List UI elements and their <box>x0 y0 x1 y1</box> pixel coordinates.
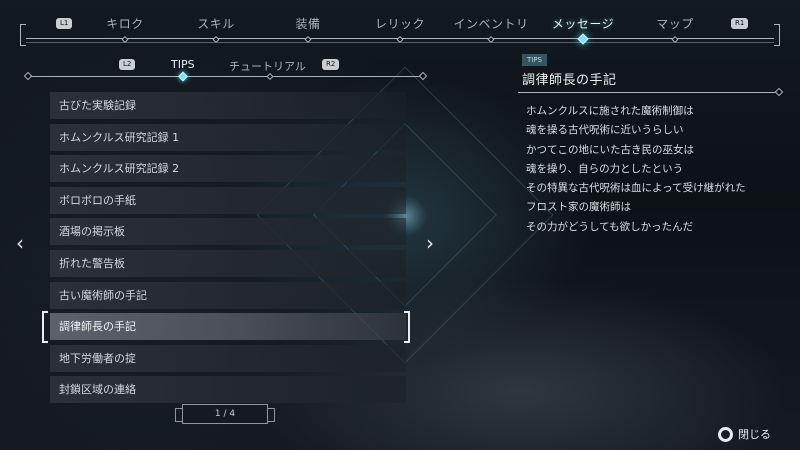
list-item[interactable]: ホムンクルス研究記録 1 <box>50 123 406 151</box>
r1-button-hint[interactable]: R1 <box>731 18 749 29</box>
detail-text-line: その力がどうしても欲しかったんだ <box>526 220 694 233</box>
detail-title: 調律師長の手記 <box>522 73 617 88</box>
detail-text-line: ホムンクルスに施された魔術制御は <box>526 105 694 117</box>
top-nav: L1 R1 キロク スキル 装備 レリック インベントリ メッセージ マップ <box>0 0 800 50</box>
tab-inventory[interactable]: インベントリ <box>441 15 541 32</box>
sub-tabs-rail <box>28 76 424 77</box>
tab-message[interactable]: メッセージ <box>533 15 633 32</box>
selection-bracket-right <box>404 311 410 343</box>
next-page-arrow-icon[interactable]: › <box>426 233 434 253</box>
detail-text-line: 魂を操る古代呪術に近いうらしい <box>526 124 684 137</box>
tab-kiroku[interactable]: キロク <box>75 15 175 32</box>
detail-body: ホムンクルスに施された魔術制御は 魂を操る古代呪術に近いうらしい かつてこの地に… <box>526 102 786 237</box>
list-item[interactable]: 酒場の掲示板 <box>50 218 406 246</box>
tab-skill[interactable]: スキル <box>166 15 266 32</box>
close-button[interactable]: 閉じる <box>718 425 771 443</box>
page-indicator: 1 / 4 <box>175 404 275 424</box>
subtab-tips-marker <box>178 71 188 82</box>
top-nav-right-cap <box>774 24 780 46</box>
sub-tabs: L2 TIPS チュートリアル R2 <box>23 54 428 82</box>
subtab-tutorial-marker <box>266 72 274 81</box>
prev-page-arrow-icon[interactable]: ‹ <box>16 233 24 253</box>
list-item[interactable]: 古びた実験記録 <box>50 92 406 119</box>
list-item[interactable]: ボロボロの手紙 <box>50 186 406 214</box>
r2-button-hint[interactable]: R2 <box>322 59 340 70</box>
list-item[interactable]: 封鎖区域の連絡 <box>50 376 406 404</box>
list-item[interactable]: 地下労働者の掟 <box>50 344 406 372</box>
list-item[interactable]: ホムンクルス研究記録 2 <box>50 155 406 183</box>
subtab-tips[interactable]: TIPS <box>171 58 195 71</box>
list-item-selected[interactable]: 調律師長の手記 <box>50 313 406 341</box>
circle-button-icon <box>718 426 733 442</box>
detail-text-line: 魂を操り、自らの力としたという <box>526 162 684 175</box>
tab-map[interactable]: マップ <box>625 15 725 32</box>
close-label: 閉じる <box>738 428 771 441</box>
tab-relic[interactable]: レリック <box>350 15 450 32</box>
detail-text-line: その特異な古代呪術は血によって受け継がれた <box>526 182 746 195</box>
l1-button-hint[interactable]: L1 <box>56 18 73 29</box>
detail-divider <box>518 92 780 93</box>
message-list: 古びた実験記録 ホムンクルス研究記録 1 ホムンクルス研究記録 2 ボロボロの手… <box>50 92 406 408</box>
detail-category-badge: TIPS <box>522 54 548 66</box>
subtab-tutorial[interactable]: チュートリアル <box>229 58 306 74</box>
detail-text-line: フロスト家の魔術師は <box>526 201 631 214</box>
selection-bracket-left <box>42 311 48 343</box>
l2-button-hint[interactable]: L2 <box>119 59 136 70</box>
detail-text-line: かつてこの地にいた古き民の巫女は <box>526 143 694 156</box>
tab-equipment[interactable]: 装備 <box>258 15 358 32</box>
list-item[interactable]: 古い魔術師の手記 <box>50 281 406 309</box>
list-item[interactable]: 折れた警告板 <box>50 249 406 277</box>
